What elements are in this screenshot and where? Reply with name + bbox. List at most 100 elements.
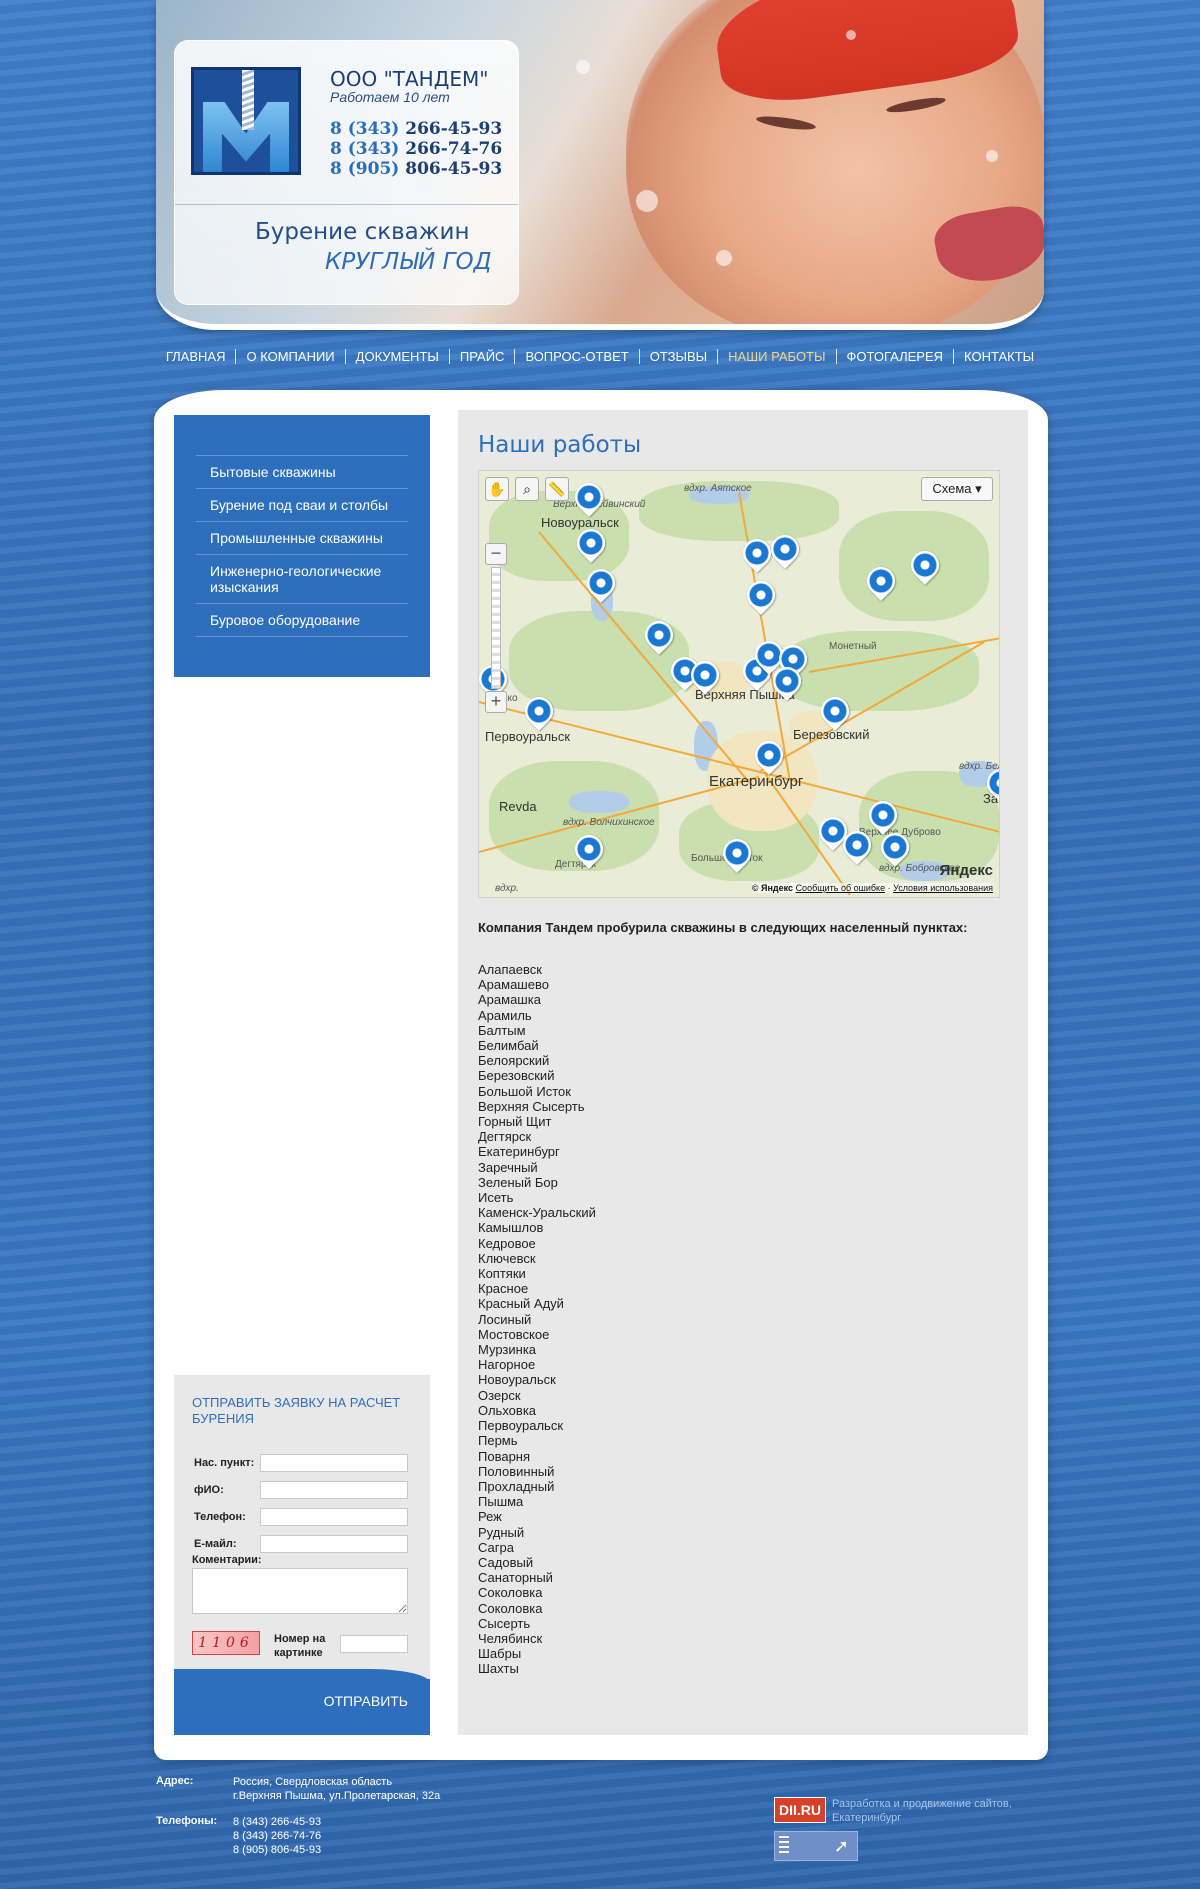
footer-phone: 8 (905) 806-45-93 [233, 1844, 322, 1856]
submit-bar: ОТПРАВИТЬ [174, 1669, 430, 1735]
sidebar-item-household-wells[interactable]: Бытовые скважины [196, 455, 408, 488]
map-pin[interactable] [575, 483, 599, 515]
water-drop [636, 190, 658, 212]
nav-home[interactable]: ГЛАВНАЯ [156, 349, 236, 364]
map-pin[interactable] [843, 831, 867, 863]
city-list-item: Березовский [478, 1068, 555, 1084]
map-pin[interactable] [869, 801, 893, 833]
phone-code: 8 (343) [330, 119, 400, 139]
email-input[interactable] [260, 1535, 408, 1553]
name-input[interactable] [260, 1481, 408, 1499]
map-report-error-link[interactable]: Сообщить об ошибке [796, 883, 886, 893]
city-list-item: Пермь [478, 1433, 518, 1449]
sidebar-item-industrial-wells[interactable]: Промышленные скважины [196, 521, 408, 554]
sidebar-item-geological-survey[interactable]: Инженерно-геологические изыскания [196, 554, 408, 603]
nav-documents[interactable]: ДОКУМЕНТЫ [344, 349, 449, 364]
city-list-item: Нагорное [478, 1357, 536, 1373]
map-pin[interactable] [525, 697, 549, 729]
map-pin[interactable] [821, 697, 845, 729]
captcha-label: Номер на картинке [274, 1633, 326, 1659]
request-form: ОТПРАВИТЬ ЗАЯВКУ НА РАСЧЕТ БУРЕНИЯ Нас. … [174, 1375, 430, 1683]
water-drop [716, 250, 732, 266]
city-list-item: Соколовка [478, 1600, 543, 1616]
phone-code: 8 (343) [330, 139, 400, 159]
map-ruler-tool[interactable]: 📏 [545, 477, 569, 501]
nav-price[interactable]: ПРАЙС [448, 349, 515, 364]
city-list-item: Красный Адуй [478, 1296, 564, 1312]
map-pin[interactable] [755, 741, 779, 773]
phones-label: Телефоны: [156, 1815, 218, 1827]
city-list-item: Алапаевск [478, 962, 542, 977]
map-pin[interactable] [911, 551, 935, 583]
map-hand-tool[interactable]: ✋ [485, 477, 509, 501]
company-logo[interactable] [191, 67, 301, 175]
developer-logo[interactable]: DII.RU [774, 1797, 826, 1823]
city-list-item: Шахты [478, 1661, 519, 1677]
map-pin[interactable] [577, 529, 601, 561]
map-pin[interactable] [587, 569, 611, 601]
phone-number: 266-74-76 [405, 139, 503, 159]
map-pin[interactable] [747, 581, 771, 613]
yandex-map[interactable]: Верхне-Нейвинский Новоуральск вдхр. Аятс… [478, 470, 1000, 898]
zoom-in-button[interactable]: + [485, 691, 507, 713]
content-area: Наши работы Верхне-Нейвинский Новоуральс… [458, 410, 1028, 1735]
header-phone: 8 (905) 806-45-93 [330, 159, 502, 179]
counter-bars-icon [779, 1836, 789, 1856]
footer: Адрес: Россия, Свердловская область г.Ве… [156, 1775, 1046, 1875]
city-input[interactable] [260, 1454, 408, 1472]
water-drop [576, 60, 590, 74]
map-footer: © Яндекс Сообщить об ошибке · Условия ис… [751, 883, 993, 893]
sidebar-item-drilling-equipment[interactable]: Буровое оборудование [196, 603, 408, 637]
nav-reviews[interactable]: ОТЗЫВЫ [638, 349, 717, 364]
nav-about[interactable]: О КОМПАНИИ [235, 349, 344, 364]
label-phone: Телефон: [194, 1511, 246, 1523]
map-pin[interactable] [691, 661, 715, 693]
city-list-item: Арамиль [478, 1007, 532, 1023]
city-list-item: Большой Исток [478, 1083, 571, 1099]
map-pin[interactable] [773, 667, 797, 699]
map-pin[interactable] [743, 539, 767, 571]
nav-contacts[interactable]: КОНТАКТЫ [953, 349, 1044, 364]
city-list-item: Мурзинка [478, 1342, 537, 1358]
map-pin[interactable] [987, 769, 999, 801]
city-list-item: Ключевск [478, 1250, 536, 1266]
developer-link[interactable]: Разработка и продвижение сайтов, Екатери… [832, 1797, 1052, 1825]
map-pin[interactable] [771, 535, 795, 567]
city-list-item: Верхняя Сысерть [478, 1098, 585, 1114]
city-list-item: Шабры [478, 1646, 522, 1662]
city-list-item: Красное [478, 1281, 529, 1297]
city-list-item: Арамашка [478, 992, 541, 1008]
map-zoom-control: − + [485, 543, 507, 713]
label-comment: Коментарии: [192, 1554, 262, 1566]
zoom-out-button[interactable]: − [485, 543, 507, 565]
captcha-input[interactable] [340, 1635, 408, 1653]
visitor-counter[interactable]: ➚ [774, 1831, 858, 1861]
sidebar-item-piles-drilling[interactable]: Бурение под сваи и столбы [196, 488, 408, 521]
map-pin[interactable] [867, 567, 891, 599]
map-pin[interactable] [723, 839, 747, 871]
map-pin[interactable] [575, 835, 599, 867]
company-name: ООО "ТАНДЕМ" [330, 67, 489, 91]
map-magnifier-tool[interactable]: ⌕ [515, 477, 539, 501]
city-list-item: Соколовка [478, 1585, 543, 1601]
zoom-slider[interactable] [491, 567, 501, 689]
city-list-item: Горный Щит [478, 1114, 552, 1130]
submit-button[interactable]: ОТПРАВИТЬ [324, 1693, 408, 1709]
map-pin[interactable] [881, 833, 905, 865]
address-line: Россия, Свердловская область [233, 1776, 393, 1788]
map-layer-select[interactable]: Схема ▾ [921, 477, 993, 501]
city-list-item: Новоуральск [478, 1372, 556, 1388]
nav-faq[interactable]: ВОПРОС-ОТВЕТ [514, 349, 638, 364]
map-copyright: © Яндекс [751, 883, 794, 893]
map-label: Березовский [793, 727, 870, 742]
phone-code: 8 (905) [330, 159, 400, 179]
city-list-item: Санаторный [478, 1570, 553, 1586]
header-phones: 8 (343) 266-45-93 8 (343) 266-74-76 8 (9… [330, 119, 502, 179]
map-pin[interactable] [819, 817, 843, 849]
phone-input[interactable] [260, 1508, 408, 1526]
nav-gallery[interactable]: ФОТОГАЛЕРЕЯ [835, 349, 954, 364]
comment-textarea[interactable] [192, 1568, 408, 1614]
nav-our-works[interactable]: НАШИ РАБОТЫ [717, 349, 835, 364]
map-pin[interactable] [645, 621, 669, 653]
map-terms-link[interactable]: Условия использования [893, 883, 993, 893]
